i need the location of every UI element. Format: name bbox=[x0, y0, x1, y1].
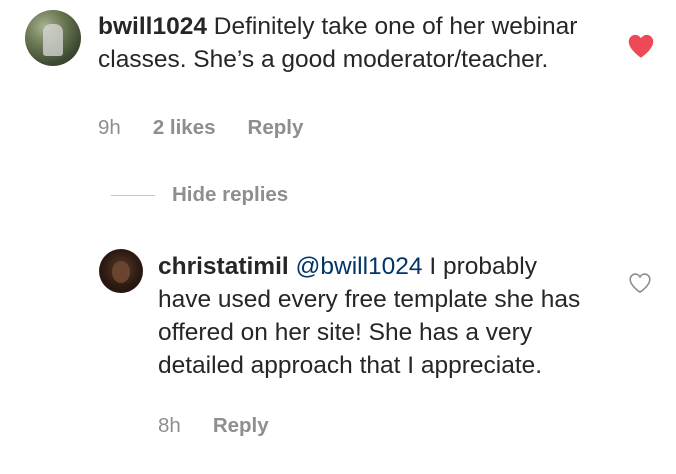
comment-meta: 9h 2 likes Reply bbox=[98, 116, 303, 140]
comments-thread: bwill1024 Definitely take one of her web… bbox=[0, 0, 676, 474]
heart-outline-icon[interactable] bbox=[628, 272, 652, 294]
reply-meta: 8h Reply bbox=[158, 414, 269, 438]
hide-replies-toggle[interactable]: Hide replies bbox=[98, 183, 288, 207]
heart-filled-icon[interactable] bbox=[627, 33, 655, 59]
avatar-face bbox=[112, 261, 130, 283]
comment-likes-count[interactable]: 2 likes bbox=[153, 116, 216, 140]
hide-replies-label[interactable]: Hide replies bbox=[172, 183, 288, 207]
avatar-christatimil[interactable] bbox=[99, 249, 143, 293]
reply-username[interactable]: christatimil bbox=[158, 253, 289, 280]
avatar-bwill1024[interactable] bbox=[25, 10, 81, 66]
avatar-figure bbox=[43, 24, 63, 56]
hide-replies-divider bbox=[111, 194, 155, 196]
comment-reply-button[interactable]: Reply bbox=[248, 116, 304, 140]
comment-body: bwill1024 Definitely take one of her web… bbox=[98, 10, 598, 76]
reply-timestamp: 8h bbox=[158, 414, 181, 437]
comment-username[interactable]: bwill1024 bbox=[98, 13, 207, 40]
comment-timestamp: 9h bbox=[98, 116, 121, 139]
reply-body: christatimil @bwill1024 I probably have … bbox=[158, 250, 588, 382]
reply-reply-button[interactable]: Reply bbox=[213, 414, 269, 438]
reply-mention[interactable]: @bwill1024 bbox=[296, 253, 423, 280]
